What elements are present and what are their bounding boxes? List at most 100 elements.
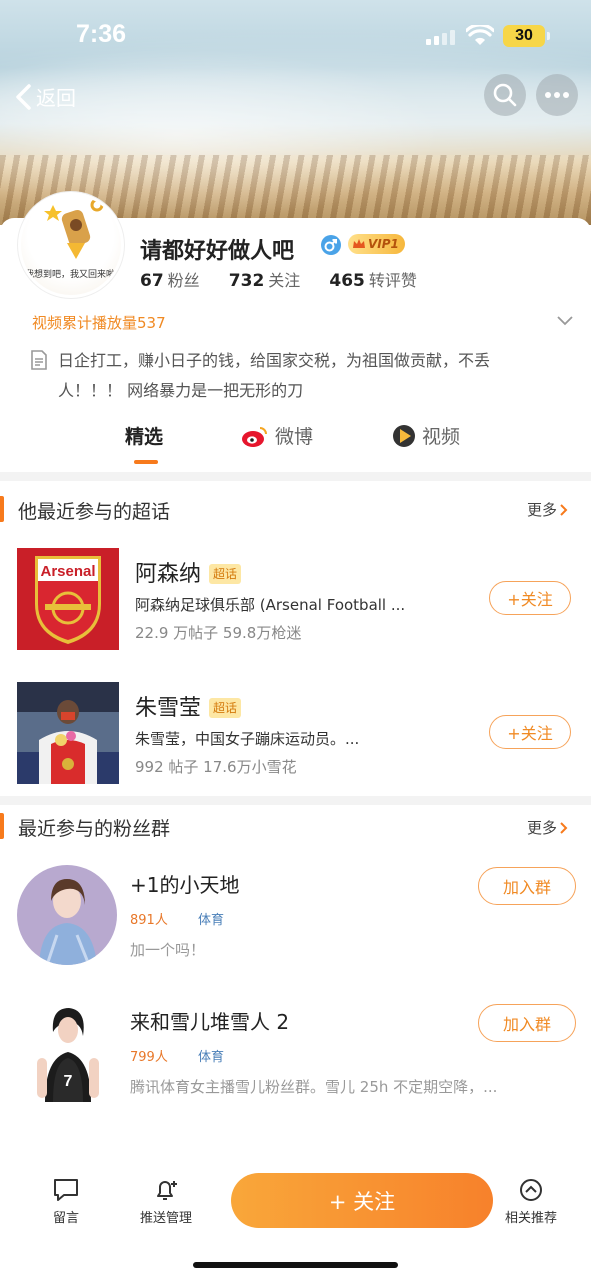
tab-weibo-label: 微博 [275, 426, 314, 448]
tab-featured[interactable]: 精选 [125, 422, 164, 464]
push-settings-label: 推送管理 [140, 1211, 193, 1226]
search-button[interactable] [484, 74, 526, 116]
fan-group-item[interactable]: +1的小天地 891人 体育 加一个吗！ 加入群 [17, 865, 577, 975]
message-button[interactable]: 留言 [52, 1177, 80, 1226]
interactions-label: 转评赞 [368, 271, 417, 290]
section-accent-bar [0, 813, 4, 839]
profile-tabs: 精选 微博 视频 [0, 422, 591, 466]
more-label: 更多 [527, 501, 558, 519]
home-indicator[interactable] [193, 1262, 398, 1268]
back-label: 返回 [36, 86, 76, 110]
supertopic-desc: 阿森纳足球俱乐部 (Arsenal Football ... [135, 596, 406, 614]
fan-group-avatar: 7 [17, 1002, 117, 1102]
followers-count: 67 [140, 271, 164, 291]
video-icon [393, 424, 415, 447]
supertopic-badge: 超话 [209, 564, 242, 584]
bell-plus-icon [157, 1181, 177, 1200]
join-group-button[interactable]: 加入群 [478, 1004, 576, 1042]
followers-stat[interactable]: 67 粉丝 [140, 271, 200, 291]
supertopic-name: 阿森纳 [135, 562, 202, 587]
more-label: 更多 [527, 819, 558, 837]
weibo-icon [242, 426, 267, 447]
fan-group-category: 体育 [197, 913, 224, 928]
zhu-xueying-photo [17, 682, 119, 784]
supertopic-title: 阿森纳 超话 [135, 556, 242, 588]
status-time: 7:36 [76, 20, 127, 48]
tab-video[interactable]: 视频 [392, 422, 460, 449]
chat-bubble-icon [54, 1179, 78, 1201]
supertopics-section-title: 他最近参与的超话 [18, 501, 171, 523]
fan-groups-more-link[interactable]: 更多 [527, 817, 569, 838]
supertopic-item[interactable]: 朱雪莹 超话 朱雪莹，中国女子蹦床运动员。... 992 帖子 17.6万小雪花 … [17, 682, 577, 786]
tab-video-label: 视频 [422, 426, 461, 448]
profile-stats: 67 粉丝 732 关注 465 转评赞 [140, 267, 441, 291]
profile-bio: 日企打工，赚小日子的钱，给国家交税，为祖国做贡献，不丢 人！！！ 网络暴力是一把… [58, 346, 558, 406]
section-divider [0, 472, 591, 481]
bottom-action-bar: 留言 推送管理 + 关注 相关推荐 [0, 1160, 591, 1240]
vip-label: VIP1 [368, 237, 399, 251]
following-label: 关注 [268, 271, 301, 290]
supertopic-item[interactable]: Arsenal 阿森纳 超话 阿森纳足球俱乐部 (Arsenal Football… [17, 548, 577, 652]
interactions-count: 465 [329, 271, 365, 291]
bio-line-2: 人！！！ 网络暴力是一把无形的刀 [58, 381, 304, 400]
supertopic-name: 朱雪莹 [135, 696, 202, 721]
fan-group-tags: 891人 体育 [130, 909, 224, 928]
status-bar: 7:36 30 [0, 0, 591, 70]
avatar-caption: 我想到吧，我又回来啦 [25, 270, 116, 280]
avatar[interactable]: 我想到吧，我又回来啦 [18, 192, 124, 298]
push-settings-button[interactable]: 推送管理 [140, 1177, 192, 1226]
vip-badge[interactable]: VIP1 [348, 234, 405, 254]
profile-name: 请都好好做人吧 [140, 239, 295, 264]
back-button[interactable]: 返回 [14, 82, 76, 111]
join-group-button[interactable]: 加入群 [478, 867, 576, 905]
supertopic-meta: 992 帖子 17.6万小雪花 [135, 758, 297, 776]
fan-group-tags: 799人 体育 [130, 1046, 224, 1065]
following-stat[interactable]: 732 关注 [228, 271, 301, 291]
arsenal-logo-text: Arsenal [40, 563, 95, 580]
crown-icon [353, 239, 365, 248]
message-label: 留言 [52, 1211, 79, 1226]
search-icon [493, 83, 517, 107]
supertopics-more-link[interactable]: 更多 [527, 499, 569, 520]
followers-label: 粉丝 [167, 271, 200, 290]
wifi-icon [466, 25, 494, 45]
male-gender-icon [321, 235, 341, 255]
fan-group-name: +1的小天地 [130, 873, 240, 897]
related-label: 相关推荐 [505, 1211, 558, 1226]
supertopic-badge: 超话 [209, 698, 242, 718]
fan-group-member-count: 799人 [130, 1050, 168, 1065]
chevron-left-icon [16, 83, 31, 110]
fan-group-desc: 腾讯体育女主播雪儿粉丝群。雪儿 25h 不定期空降，... [130, 1078, 498, 1096]
ellipsis-icon [545, 92, 569, 98]
follow-user-button[interactable]: + 关注 [231, 1173, 493, 1228]
cellular-signal-icon [426, 29, 456, 45]
related-recommendations-button[interactable]: 相关推荐 [505, 1177, 557, 1226]
more-options-button[interactable] [536, 74, 578, 116]
tab-featured-label: 精选 [125, 426, 164, 448]
fan-group-avatar [17, 865, 117, 965]
fan-group-name: 来和雪儿堆雪人 2 [130, 1010, 290, 1034]
section-accent-bar [0, 496, 4, 522]
fan-group-member-count: 891人 [130, 913, 168, 928]
video-play-count: 视频累计播放量537 [32, 314, 166, 332]
chevron-down-icon[interactable] [556, 314, 574, 326]
fan-group-category: 体育 [197, 1050, 224, 1065]
following-count: 732 [228, 271, 265, 291]
active-tab-indicator [134, 460, 158, 464]
fan-groups-section-title: 最近参与的粉丝群 [18, 818, 171, 840]
fan-group-item[interactable]: 7 来和雪儿堆雪人 2 799人 体育 腾讯体育女主播雪儿粉丝群。雪儿 25h … [17, 1002, 577, 1112]
arsenal-logo: Arsenal [17, 548, 119, 650]
svg-text:7: 7 [64, 1073, 73, 1090]
chevron-right-icon [560, 503, 568, 516]
battery-indicator: 30 [503, 25, 550, 47]
follow-topic-button[interactable]: +关注 [489, 581, 571, 615]
document-icon [31, 350, 47, 370]
interactions-stat[interactable]: 465 转评赞 [329, 271, 417, 291]
chevron-up-circle-icon [520, 1179, 542, 1201]
fan-group-desc: 加一个吗！ [130, 941, 206, 959]
section-divider [0, 796, 591, 805]
supertopic-meta: 22.9 万帖子 59.8万枪迷 [135, 624, 302, 642]
follow-topic-button[interactable]: +关注 [489, 715, 571, 749]
tab-weibo[interactable]: 微博 [241, 422, 313, 449]
supertopic-desc: 朱雪莹，中国女子蹦床运动员。... [135, 730, 360, 748]
